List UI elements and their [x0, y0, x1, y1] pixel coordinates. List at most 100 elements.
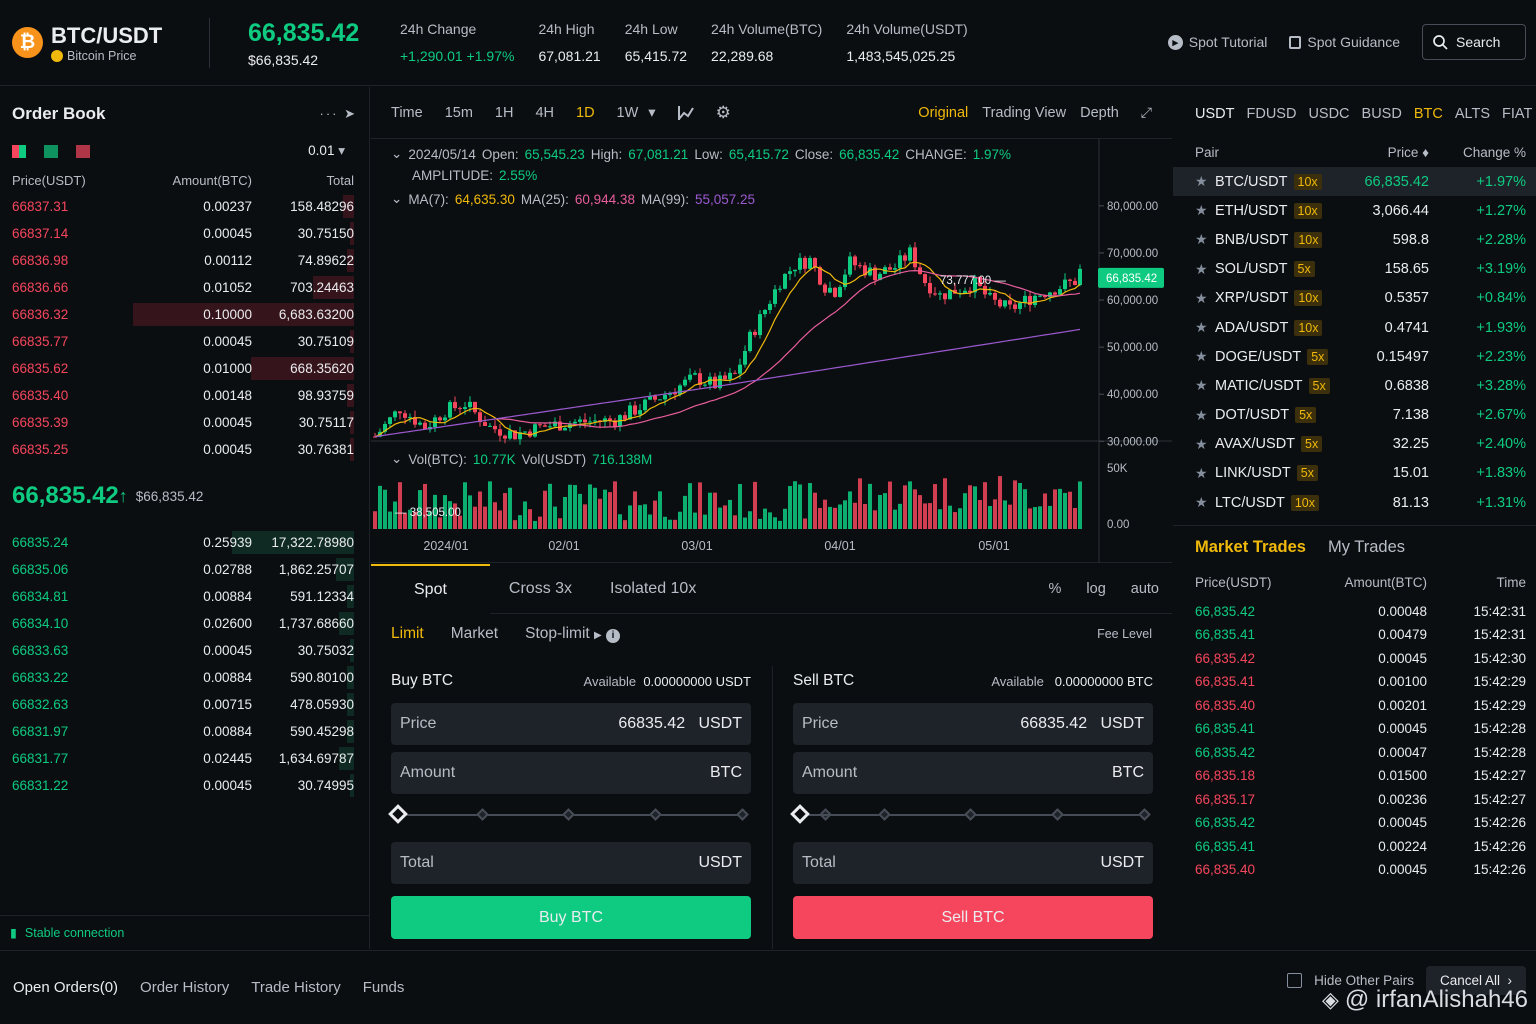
- bid-row[interactable]: 66832.63 0.00715 478.05930: [0, 691, 369, 718]
- buy-amount-field[interactable]: Amount BTC: [391, 752, 751, 794]
- col-change[interactable]: Change %: [1429, 145, 1526, 160]
- search-box[interactable]: Search: [1422, 24, 1526, 60]
- bid-row[interactable]: 66831.22 0.00045 30.74995: [0, 772, 369, 799]
- bid-row[interactable]: 66834.81 0.00884 591.12334: [0, 583, 369, 610]
- star-icon[interactable]: ★: [1195, 173, 1215, 190]
- market-row[interactable]: ★ BNB/USDT 10x 598.8 +2.28%: [1173, 225, 1536, 254]
- market-row[interactable]: ★ ADA/USDT 10x 0.4741 +1.93%: [1173, 313, 1536, 342]
- market-row[interactable]: ★ XRP/USDT 10x 0.5357 +0.84%: [1173, 284, 1536, 313]
- buy-amount-slider[interactable]: [388, 795, 832, 835]
- bid-row[interactable]: 66834.10 0.02600 1,737.68660: [0, 610, 369, 637]
- star-icon[interactable]: ★: [1195, 436, 1215, 453]
- market-row[interactable]: ★ ETH/USDT 10x 3,066.44 +1.27%: [1173, 196, 1536, 225]
- view-tab[interactable]: Depth: [1080, 105, 1119, 121]
- tab-open-orders[interactable]: Open Orders(0): [13, 979, 118, 996]
- tab-order-history[interactable]: Order History: [140, 979, 229, 996]
- view-tab[interactable]: Original: [918, 105, 968, 121]
- info-icon[interactable]: i: [606, 628, 621, 643]
- fullscreen-icon[interactable]: ⤢: [1141, 104, 1152, 121]
- ask-row[interactable]: 66835.25 0.00045 30.76381: [0, 436, 369, 463]
- order-type-stop-limit[interactable]: Stop-limit ▶ i: [525, 625, 621, 643]
- buy-price-field[interactable]: Price 66835.42 USDT: [391, 703, 751, 745]
- more-icon[interactable]: ··· ➤: [320, 106, 358, 122]
- candlestick-chart[interactable]: 80,000.00 70,000.00 60,000.00 50,000.00 40,0…: [371, 139, 1172, 563]
- book-asks-icon[interactable]: [76, 144, 90, 158]
- market-tab[interactable]: FIAT: [1502, 106, 1532, 122]
- star-icon[interactable]: ★: [1195, 231, 1215, 248]
- market-tab[interactable]: BTC: [1414, 106, 1443, 122]
- coin-subtitle[interactable]: Bitcoin Price: [67, 49, 136, 63]
- slider-handle[interactable]: [388, 804, 408, 824]
- market-tab[interactable]: ALTS: [1455, 106, 1490, 122]
- interval-chevron-icon[interactable]: ▾: [648, 105, 655, 121]
- order-type-limit[interactable]: Limit: [391, 625, 424, 643]
- interval-tab[interactable]: 1D: [576, 105, 595, 121]
- spot-tutorial-link[interactable]: ▸ Spot Tutorial: [1167, 34, 1267, 50]
- book-both-icon[interactable]: [12, 144, 26, 158]
- tab-isolated[interactable]: Isolated 10x: [591, 580, 715, 598]
- percent-toggle[interactable]: %: [1049, 581, 1062, 597]
- market-row[interactable]: ★ BTC/USDT 10x 66,835.42 +1.97%: [1173, 167, 1536, 197]
- order-type-market[interactable]: Market: [451, 625, 498, 643]
- col-price[interactable]: Price ♦: [1335, 145, 1429, 160]
- buy-button[interactable]: Buy BTC: [391, 896, 751, 939]
- star-icon[interactable]: ★: [1195, 407, 1215, 424]
- book-bids-icon[interactable]: [44, 144, 58, 158]
- hide-pairs-checkbox[interactable]: [1287, 973, 1303, 988]
- tab-market-trades[interactable]: Market Trades: [1195, 538, 1306, 557]
- sell-button[interactable]: Sell BTC: [793, 896, 1153, 939]
- market-row[interactable]: ★ DOT/USDT 5x 7.138 +2.67%: [1173, 401, 1536, 430]
- market-row[interactable]: ★ AVAX/USDT 5x 32.25 +2.40%: [1173, 430, 1536, 459]
- col-pair[interactable]: Pair: [1195, 145, 1335, 160]
- tab-my-trades[interactable]: My Trades: [1328, 538, 1405, 557]
- buy-total-field[interactable]: Total USDT: [391, 842, 751, 884]
- ask-row[interactable]: 66836.98 0.00112 74.89622: [0, 247, 369, 274]
- slider-handle[interactable]: [790, 804, 810, 824]
- tab-trade-history[interactable]: Trade History: [251, 979, 340, 996]
- ask-row[interactable]: 66835.40 0.00148 98.93759: [0, 382, 369, 409]
- bid-row[interactable]: 66835.06 0.02788 1,862.25707: [0, 556, 369, 583]
- ask-row[interactable]: 66836.66 0.01052 703.24463: [0, 274, 369, 301]
- tab-cross[interactable]: Cross 3x: [490, 580, 591, 598]
- market-row[interactable]: ★ MATIC/USDT 5x 0.6838 +3.28%: [1173, 371, 1536, 400]
- sell-price-field[interactable]: Price 66835.42 USDT: [793, 703, 1153, 745]
- ask-row[interactable]: 66835.77 0.00045 30.75109: [0, 328, 369, 355]
- bid-row[interactable]: 66833.22 0.00884 590.80100: [0, 664, 369, 691]
- fee-level-link[interactable]: Fee Level: [1097, 627, 1152, 641]
- star-icon[interactable]: ★: [1195, 465, 1215, 482]
- interval-tab[interactable]: 15m: [445, 105, 473, 121]
- star-icon[interactable]: ★: [1195, 494, 1215, 511]
- precision-select[interactable]: 0.01 ▾: [308, 143, 345, 159]
- ask-row[interactable]: 66835.39 0.00045 30.75117: [0, 409, 369, 436]
- spot-guidance-link[interactable]: Spot Guidance: [1289, 34, 1400, 50]
- interval-tab[interactable]: 4H: [535, 105, 554, 121]
- ask-row[interactable]: 66837.14 0.00045 30.75150: [0, 220, 369, 247]
- bid-row[interactable]: 66831.97 0.00884 590.45298: [0, 718, 369, 745]
- ask-row[interactable]: 66836.32 0.10000 6,683.63200: [0, 301, 369, 328]
- bid-row[interactable]: 66833.63 0.00045 30.75032: [0, 637, 369, 664]
- bid-row[interactable]: 66831.77 0.02445 1,634.69787: [0, 745, 369, 772]
- interval-tab[interactable]: Time: [391, 105, 423, 121]
- ask-row[interactable]: 66835.62 0.01000 668.35620: [0, 355, 369, 382]
- market-tab[interactable]: USDT: [1195, 106, 1234, 122]
- bid-row[interactable]: 66835.24 0.25939 17,322.78980: [0, 529, 369, 556]
- market-row[interactable]: ★ DOGE/USDT 5x 0.15497 +2.23%: [1173, 342, 1536, 371]
- view-tab[interactable]: Trading View: [982, 105, 1066, 121]
- log-toggle[interactable]: log: [1086, 581, 1105, 597]
- market-row[interactable]: ★ SOL/USDT 5x 158.65 +3.19%: [1173, 255, 1536, 284]
- star-icon[interactable]: ★: [1195, 377, 1215, 394]
- star-icon[interactable]: ★: [1195, 348, 1215, 365]
- market-tab[interactable]: USDC: [1308, 106, 1349, 122]
- ask-row[interactable]: 66837.31 0.00237 158.48296: [0, 193, 369, 220]
- sell-total-field[interactable]: Total USDT: [793, 842, 1153, 884]
- star-icon[interactable]: ★: [1195, 290, 1215, 307]
- star-icon[interactable]: ★: [1195, 261, 1215, 278]
- interval-tab[interactable]: 1H: [495, 105, 514, 121]
- collapse-icon[interactable]: ⌄: [391, 451, 402, 467]
- market-row[interactable]: ★ LINK/USDT 5x 15.01 +1.83%: [1173, 459, 1536, 488]
- settings-gear-icon[interactable]: ⚙: [716, 103, 731, 123]
- sell-amount-field[interactable]: Amount BTC: [793, 752, 1153, 794]
- star-icon[interactable]: ★: [1195, 202, 1215, 219]
- auto-toggle[interactable]: auto: [1131, 581, 1159, 597]
- sell-amount-slider[interactable]: [790, 795, 1153, 835]
